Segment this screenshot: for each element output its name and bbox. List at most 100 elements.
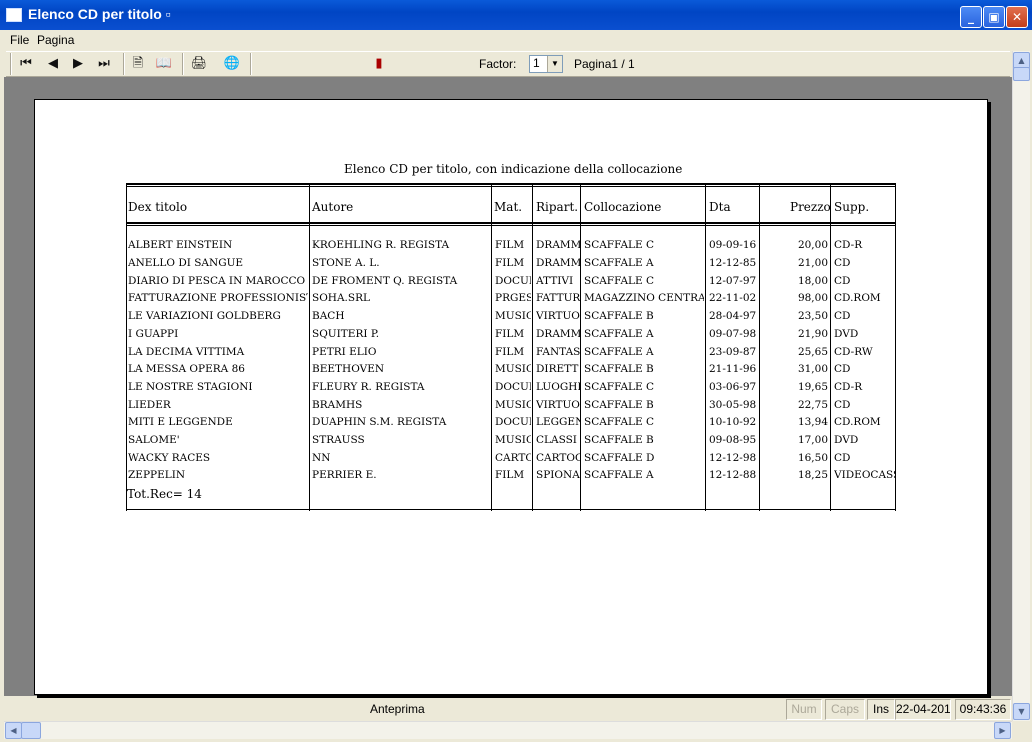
cell-titolo: LE NOSTRE STAGIONI bbox=[128, 381, 253, 393]
table-row: SALOME' STRAUSS MUSICA CLASSI SCAFFALE B… bbox=[0, 434, 1032, 451]
cell-ripart: FANTAS bbox=[536, 346, 580, 358]
scroll-thumb[interactable] bbox=[21, 722, 41, 739]
minimize-button[interactable]: _ bbox=[960, 6, 982, 28]
cell-titolo: LA DECIMA VITTIMA bbox=[128, 346, 245, 358]
cell-prezzo: 17,00 bbox=[797, 434, 828, 446]
scroll-right-icon[interactable]: ▶ bbox=[994, 722, 1011, 739]
cell-prezzo: 21,00 bbox=[797, 257, 828, 269]
cell-ripart: DIRETT bbox=[536, 363, 579, 375]
cell-supp: CD bbox=[834, 399, 851, 411]
restore-button[interactable]: ▣ bbox=[983, 6, 1005, 28]
cell-dta: 12-12-88 bbox=[709, 469, 757, 481]
cell-titolo: I GUAPPI bbox=[128, 328, 179, 340]
cell-collocazione: SCAFFALE C bbox=[584, 416, 655, 428]
first-page-icon[interactable]: ⏮ bbox=[17, 55, 35, 73]
two-page-icon[interactable]: 📖 bbox=[155, 55, 173, 73]
cell-dta: 22-11-02 bbox=[709, 292, 757, 304]
menu-file[interactable]: File bbox=[10, 33, 29, 47]
header-collocazione: Collocazione bbox=[584, 200, 662, 214]
next-page-icon[interactable]: ▶ bbox=[69, 55, 87, 73]
window-title: Elenco CD per titolo ▫ bbox=[28, 6, 171, 22]
page-indicator: Pagina1 / 1 bbox=[574, 57, 635, 71]
cell-mat: MUSICA bbox=[495, 399, 531, 411]
toolbar: ⏮ ◀ ▶ ⏭ 🗎 📖 🖨 🌐 ▮ Factor: 1 ▼ Pagina1 / … bbox=[6, 51, 1010, 77]
cell-dta: 28-04-97 bbox=[709, 310, 757, 322]
table-row: ALBERT EINSTEIN KROEHLING R. REGISTA FIL… bbox=[0, 239, 1032, 256]
cell-dta: 23-09-87 bbox=[709, 346, 757, 358]
cell-mat: FILM bbox=[495, 257, 525, 269]
scroll-left-icon[interactable]: ◀ bbox=[5, 722, 22, 739]
cell-mat: FILM bbox=[495, 469, 525, 481]
cell-dta: 12-07-97 bbox=[709, 275, 757, 287]
cell-mat: DOCUME bbox=[495, 416, 531, 428]
cell-prezzo: 18,00 bbox=[797, 275, 828, 287]
cell-autore: KROEHLING R. REGISTA bbox=[312, 239, 450, 251]
vertical-scrollbar[interactable]: ▲ ▼ bbox=[1012, 51, 1030, 721]
cell-ripart: VIRTUO bbox=[536, 310, 580, 322]
menu-pagina[interactable]: Pagina bbox=[37, 33, 74, 47]
cell-collocazione: SCAFFALE D bbox=[584, 452, 655, 464]
cell-autore: FLEURY R. REGISTA bbox=[312, 381, 425, 393]
printer-icon[interactable]: 🖨 bbox=[190, 55, 208, 73]
exit-door-icon[interactable]: ▮ bbox=[370, 55, 388, 73]
cell-titolo: LA MESSA OPERA 86 bbox=[128, 363, 245, 375]
cell-collocazione: SCAFFALE B bbox=[584, 310, 654, 322]
factor-select[interactable]: 1 ▼ bbox=[529, 55, 563, 73]
cell-mat: CARTOO bbox=[495, 452, 531, 464]
cell-ripart: CLASSI bbox=[536, 434, 577, 446]
cell-prezzo: 16,50 bbox=[797, 452, 828, 464]
close-button[interactable]: ✕ bbox=[1006, 6, 1028, 28]
scroll-thumb[interactable] bbox=[1013, 67, 1030, 81]
cell-titolo: DIARIO DI PESCA IN MAROCCO bbox=[128, 275, 306, 287]
header-mat: Mat. bbox=[494, 200, 523, 214]
cell-autore: STRAUSS bbox=[312, 434, 365, 446]
cell-dta: 03-06-97 bbox=[709, 381, 757, 393]
cell-supp: CD-RW bbox=[834, 346, 873, 358]
cell-mat: MUSICA bbox=[495, 434, 531, 446]
header-top-rule bbox=[126, 183, 896, 187]
cell-prezzo: 21,90 bbox=[797, 328, 828, 340]
cell-supp: CD-R bbox=[834, 381, 863, 393]
cell-ripart: CARTOO bbox=[536, 452, 580, 464]
table-row: DIARIO DI PESCA IN MAROCCO DE FROMENT Q.… bbox=[0, 275, 1032, 292]
cell-autore: PERRIER E. bbox=[312, 469, 377, 481]
single-page-icon[interactable]: 🗎 bbox=[129, 55, 147, 73]
cell-ripart: VIRTUO bbox=[536, 399, 580, 411]
cell-autore: BEETHOVEN bbox=[312, 363, 385, 375]
cell-ripart: SPIONA bbox=[536, 469, 580, 481]
cell-autore: STONE A. L. bbox=[312, 257, 380, 269]
cell-autore: NN bbox=[312, 452, 331, 464]
header-titolo: Dex titolo bbox=[128, 200, 188, 214]
last-page-icon[interactable]: ⏭ bbox=[95, 55, 113, 73]
status-time: 09:43:36 bbox=[955, 699, 1011, 720]
footer-rule bbox=[126, 509, 896, 510]
export-icon[interactable]: 🌐 bbox=[223, 55, 241, 73]
status-bar: Anteprima Num Caps Ins 22-04-2016 09:43:… bbox=[4, 698, 1012, 720]
status-caps: Caps bbox=[825, 699, 865, 720]
total-records: Tot.Rec= 14 bbox=[127, 487, 202, 501]
cell-supp: CD.ROM bbox=[834, 292, 881, 304]
chevron-down-icon[interactable]: ▼ bbox=[547, 56, 562, 72]
cell-titolo: ZEPPELIN bbox=[128, 469, 186, 481]
cell-titolo: MITI E LEGGENDE bbox=[128, 416, 233, 428]
cell-prezzo: 31,00 bbox=[797, 363, 828, 375]
cell-collocazione: MAGAZZINO CENTRALE bbox=[584, 292, 704, 304]
cell-mat: MUSICA bbox=[495, 363, 531, 375]
scroll-down-icon[interactable]: ▼ bbox=[1013, 703, 1030, 720]
status-num: Num bbox=[786, 699, 822, 720]
table-row: MITI E LEGGENDE DUAPHIN S.M. REGISTA DOC… bbox=[0, 416, 1032, 433]
horizontal-scrollbar[interactable]: ◀ ▶ bbox=[4, 721, 1012, 739]
cell-dta: 09-07-98 bbox=[709, 328, 757, 340]
cell-collocazione: SCAFFALE A bbox=[584, 346, 654, 358]
toolbar-separator bbox=[182, 53, 184, 75]
title-bar[interactable]: Elenco CD per titolo ▫ _ ▣ ✕ bbox=[0, 0, 1032, 30]
app-window-icon bbox=[6, 8, 22, 22]
cell-prezzo: 22,75 bbox=[797, 399, 828, 411]
prev-page-icon[interactable]: ◀ bbox=[44, 55, 62, 73]
toolbar-separator bbox=[250, 53, 252, 75]
cell-mat: FILM bbox=[495, 346, 525, 358]
table-row: I GUAPPI SQUITERI P. FILM DRAMMA SCAFFAL… bbox=[0, 328, 1032, 345]
cell-ripart: DRAMMA bbox=[536, 328, 580, 340]
cell-ripart: FATTUR bbox=[536, 292, 580, 304]
table-row: FATTURAZIONE PROFESSIONISTI SOHA.SRL PRG… bbox=[0, 292, 1032, 309]
